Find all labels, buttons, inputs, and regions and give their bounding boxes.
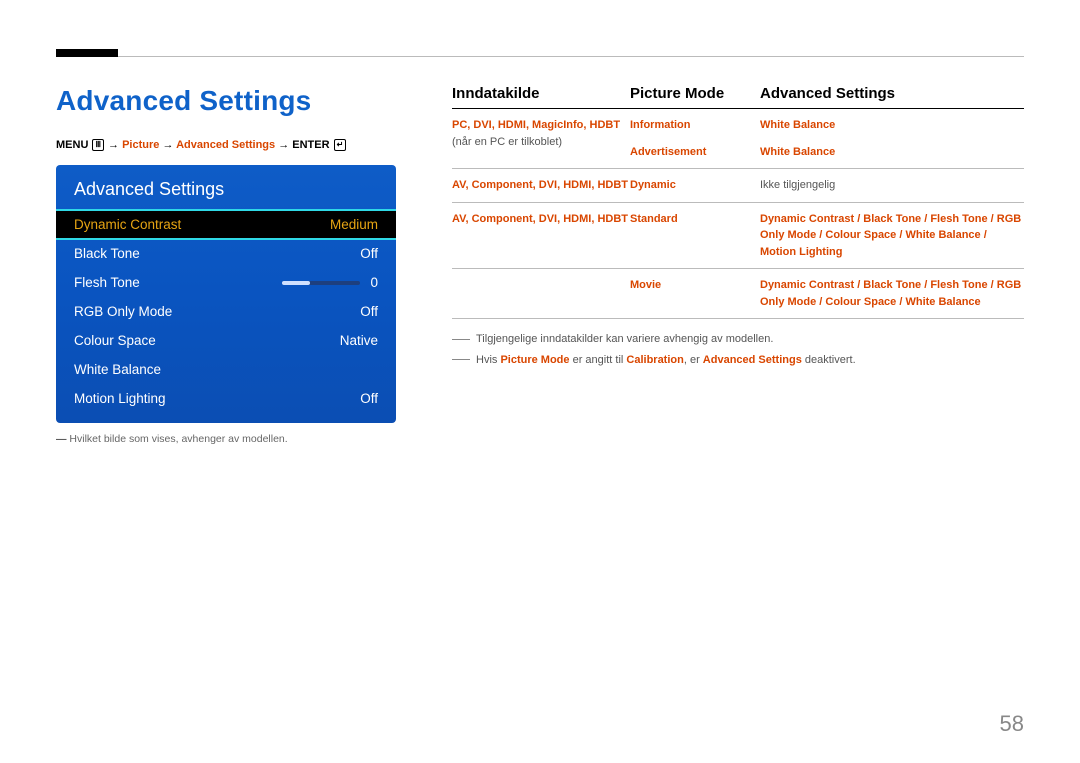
arrow-icon: → xyxy=(108,139,119,151)
osd-row-colour-space[interactable]: Colour Space Native xyxy=(56,326,396,355)
table-row: Movie Dynamic Contrast / Black Tone / Fl… xyxy=(452,269,1024,319)
osd-label: Colour Space xyxy=(74,333,156,348)
cell-source: PC, DVI, HDMI, MagicInfo, HDBT xyxy=(452,119,620,131)
osd-row-rgb-only[interactable]: RGB Only Mode Off xyxy=(56,297,396,326)
osd-label: Dynamic Contrast xyxy=(74,217,181,232)
note-2-as: Advanced Settings xyxy=(703,354,802,366)
table-row: AV, Component, DVI, HDMI, HDBT Standard … xyxy=(452,203,1024,270)
cell-mode: Standard xyxy=(630,211,760,228)
osd-row-flesh-tone[interactable]: Flesh Tone 0 xyxy=(56,268,396,297)
osd-label: RGB Only Mode xyxy=(74,304,172,319)
osd-label: Black Tone xyxy=(74,246,140,261)
cell-setting-plain: Ikke tilgjengelig xyxy=(760,177,1024,194)
osd-value: Off xyxy=(360,304,378,319)
page-title: Advanced Settings xyxy=(56,85,396,117)
dash-icon xyxy=(452,359,470,360)
flesh-tone-value-group: 0 xyxy=(282,275,378,290)
note-line: Hvis Picture Mode er angitt til Calibrat… xyxy=(452,350,1024,371)
breadcrumb-advanced: Advanced Settings xyxy=(176,139,275,151)
osd-row-black-tone[interactable]: Black Tone Off xyxy=(56,239,396,268)
menu-icon: Ⅲ xyxy=(92,139,104,151)
enter-icon: ↵ xyxy=(334,139,347,151)
osd-value: Off xyxy=(360,391,378,406)
settings-table: Inndatakilde Picture Mode Advanced Setti… xyxy=(452,85,1024,319)
note-2-post: deaktivert. xyxy=(802,354,856,366)
top-rule xyxy=(56,56,1024,57)
page-number: 58 xyxy=(1000,711,1024,737)
cell-setting-list: Dynamic Contrast / Black Tone / Flesh To… xyxy=(760,277,1024,310)
cell-mode: Information xyxy=(630,117,760,134)
osd-value: Off xyxy=(360,246,378,261)
breadcrumb: MENU Ⅲ → Picture → Advanced Settings → E… xyxy=(56,139,396,151)
cell-mode: Advertisement xyxy=(630,144,760,161)
note-line: Tilgjengelige inndatakilder kan variere … xyxy=(452,329,1024,350)
osd-label: White Balance xyxy=(74,362,161,377)
osd-value: Medium xyxy=(330,217,378,232)
table-row: PC, DVI, HDMI, MagicInfo, HDBT (når en P… xyxy=(452,109,1024,169)
arrow-icon: → xyxy=(278,139,289,151)
note-2-pm: Picture Mode xyxy=(500,354,569,366)
osd-title: Advanced Settings xyxy=(56,179,396,210)
note-2-pre: Hvis xyxy=(476,354,500,366)
footnote-left: ― Hvilket bilde som vises, avhenger av m… xyxy=(56,433,396,445)
osd-value: 0 xyxy=(370,275,378,290)
slider[interactable] xyxy=(282,281,360,285)
footnote-left-text: Hvilket bilde som vises, avhenger av mod… xyxy=(69,433,287,445)
cell-setting-list: Dynamic Contrast / Black Tone / Flesh To… xyxy=(760,211,1024,261)
osd-panel: Advanced Settings Dynamic Contrast Mediu… xyxy=(56,165,396,423)
note-1: Tilgjengelige inndatakilder kan variere … xyxy=(476,333,773,345)
breadcrumb-enter: ENTER xyxy=(292,139,329,151)
breadcrumb-picture: Picture xyxy=(122,139,159,151)
cell-source: AV, Component, DVI, HDMI, HDBT xyxy=(452,177,630,194)
header-picture-mode: Picture Mode xyxy=(630,85,760,102)
breadcrumb-menu: MENU xyxy=(56,139,88,151)
cell-setting: White Balance xyxy=(760,144,1024,161)
notes: Tilgjengelige inndatakilder kan variere … xyxy=(452,329,1024,371)
osd-row-motion-lighting[interactable]: Motion Lighting Off xyxy=(56,384,396,413)
table-header-row: Inndatakilde Picture Mode Advanced Setti… xyxy=(452,85,1024,109)
header-advanced-settings: Advanced Settings xyxy=(760,85,1024,102)
dash-icon xyxy=(452,339,470,340)
table-row: AV, Component, DVI, HDMI, HDBT Dynamic I… xyxy=(452,169,1024,203)
header-inndatakilde: Inndatakilde xyxy=(452,85,630,102)
cell-source: AV, Component, DVI, HDMI, HDBT xyxy=(452,211,630,228)
cell-mode: Dynamic xyxy=(630,177,760,194)
cell-source-tail: (når en PC er tilkoblet) xyxy=(452,136,562,148)
note-2-mid: er angitt til xyxy=(570,354,627,366)
osd-label: Flesh Tone xyxy=(74,275,140,290)
note-2-cal: Calibration xyxy=(626,354,683,366)
arrow-icon: → xyxy=(162,139,173,151)
cell-setting: White Balance xyxy=(760,117,1024,134)
osd-row-dynamic-contrast[interactable]: Dynamic Contrast Medium xyxy=(56,210,396,239)
osd-row-white-balance[interactable]: White Balance xyxy=(56,355,396,384)
osd-value: Native xyxy=(340,333,378,348)
note-2-mid2: , er xyxy=(684,354,703,366)
cell-mode: Movie xyxy=(630,277,760,294)
osd-label: Motion Lighting xyxy=(74,391,166,406)
